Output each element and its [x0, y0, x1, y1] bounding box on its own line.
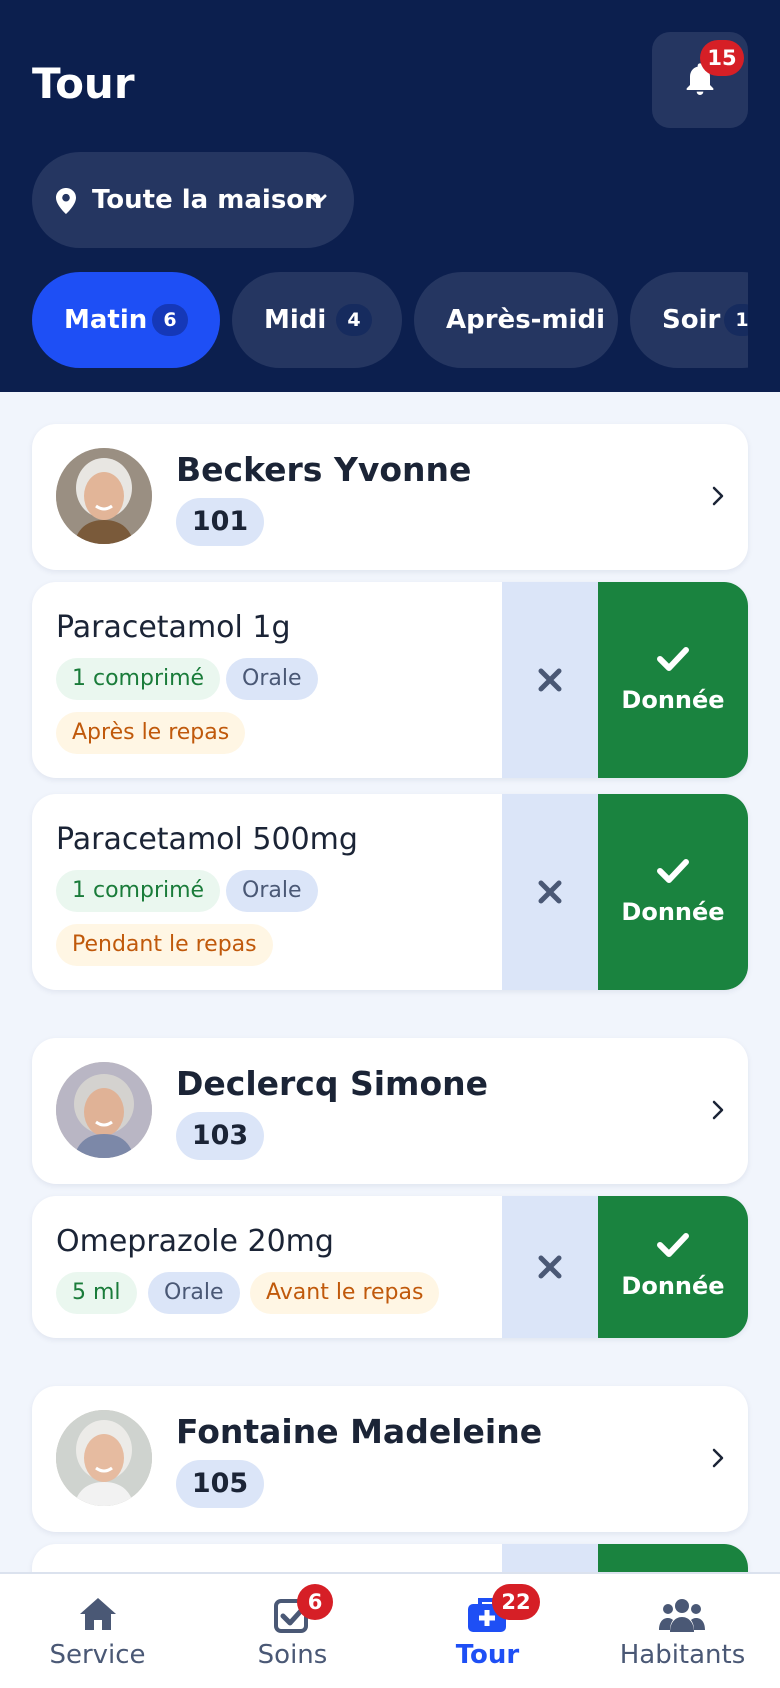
avatar — [56, 1062, 152, 1158]
nav-badge: 6 — [297, 1584, 333, 1620]
room-badge: 103 — [176, 1112, 264, 1160]
medication-card: Paracetamol 500mg 1 comprimé Orale Penda… — [32, 794, 748, 990]
medication-name: Paracetamol 500mg — [56, 822, 358, 857]
room-badge: 105 — [176, 1460, 264, 1508]
tab-count: 6 — [152, 304, 188, 336]
resident-name: Beckers Yvonne — [176, 450, 472, 489]
timing-chip: Après le repas — [56, 712, 246, 754]
chevron-right-icon — [712, 1448, 724, 1468]
resident-name: Declercq Simone — [176, 1064, 488, 1103]
location-pin-icon — [56, 188, 76, 214]
skip-button[interactable] — [502, 1196, 598, 1338]
skip-button[interactable] — [502, 794, 598, 990]
given-button[interactable]: Donnée — [598, 794, 748, 990]
chevron-right-icon — [712, 1100, 724, 1120]
route-chip: Orale — [226, 870, 318, 912]
medication-card: Paracetamol 1g 1 comprimé Orale Après le… — [32, 582, 748, 778]
chevron-down-icon — [309, 194, 327, 205]
tab-apres-midi[interactable]: Après-midi — [414, 272, 618, 368]
location-label: Toute la maison — [92, 185, 323, 215]
close-icon — [538, 668, 562, 692]
timing-chip: Avant le repas — [250, 1272, 440, 1314]
notifications-badge: 15 — [700, 40, 744, 76]
nav-soins[interactable]: 6 Soins — [195, 1574, 390, 1688]
skip-button[interactable] — [502, 582, 598, 778]
tab-count: 4 — [336, 304, 372, 336]
location-selector[interactable]: Toute la maison — [32, 152, 354, 248]
medication-name: Paracetamol 1g — [56, 610, 291, 645]
nav-tour[interactable]: 22 Tour — [390, 1574, 585, 1688]
given-label: Donnée — [621, 1272, 725, 1300]
resident-card[interactable]: Fontaine Madeleine 105 — [32, 1386, 748, 1532]
route-chip: Orale — [148, 1272, 240, 1314]
medication-name: Omeprazole 20mg — [56, 1224, 334, 1259]
chevron-right-icon — [712, 486, 724, 506]
page-title: Tour — [32, 59, 135, 108]
users-icon — [659, 1599, 705, 1632]
dose-chip: 5 ml — [56, 1272, 137, 1314]
resident-card[interactable]: Declercq Simone 103 — [32, 1038, 748, 1184]
period-tabs: Matin 6 Midi 4 Après-midi Soir 1 — [32, 272, 748, 368]
tab-soir[interactable]: Soir 1 — [630, 272, 748, 368]
nav-habitants[interactable]: Habitants — [585, 1574, 780, 1688]
given-button[interactable]: Donnée — [598, 1196, 748, 1338]
check-icon — [657, 859, 689, 883]
avatar — [56, 1410, 152, 1506]
tab-count: 1 — [724, 304, 748, 336]
given-label: Donnée — [621, 898, 725, 926]
check-icon — [657, 1233, 689, 1257]
nav-service[interactable]: Service — [0, 1574, 195, 1688]
medication-card: Omeprazole 20mg 5 ml Orale Avant le repa… — [32, 1196, 748, 1338]
resident-card[interactable]: Beckers Yvonne 101 — [32, 424, 748, 570]
tab-matin[interactable]: Matin 6 — [32, 272, 220, 368]
notifications-button[interactable]: 15 — [652, 32, 748, 128]
dose-chip: 1 comprimé — [56, 658, 221, 700]
given-button[interactable]: Donnée — [598, 582, 748, 778]
route-chip: Orale — [226, 658, 318, 700]
bottom-navigation: Service 6 Soins 22 Tour Habitants — [0, 1572, 780, 1688]
timing-chip: Pendant le repas — [56, 924, 273, 966]
dose-chip: 1 comprimé — [56, 870, 221, 912]
header: Tour 15 Toute la maison Matin 6 Midi 4 A… — [0, 0, 780, 392]
avatar — [56, 448, 152, 544]
room-badge: 101 — [176, 498, 264, 546]
close-icon — [538, 880, 562, 904]
close-icon — [538, 1255, 562, 1279]
nav-badge: 22 — [492, 1584, 540, 1620]
tab-midi[interactable]: Midi 4 — [232, 272, 402, 368]
resident-name: Fontaine Madeleine — [176, 1412, 543, 1451]
check-icon — [657, 647, 689, 671]
home-icon — [80, 1598, 116, 1630]
given-label: Donnée — [621, 686, 725, 714]
